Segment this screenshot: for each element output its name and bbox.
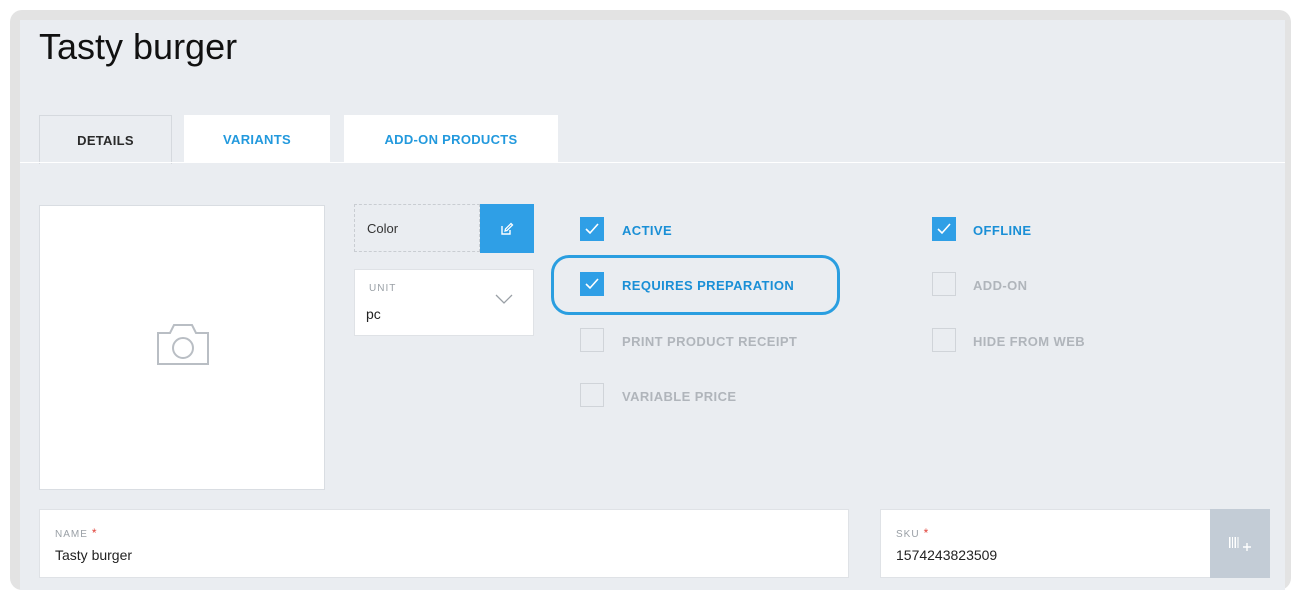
active-checkbox[interactable] bbox=[580, 217, 604, 241]
tab-add-on-products[interactable]: ADD-ON PRODUCTS bbox=[344, 115, 558, 163]
color-label: Color bbox=[367, 220, 399, 236]
variable-price-label[interactable]: VARIABLE PRICE bbox=[622, 389, 736, 404]
checkmark-icon bbox=[937, 223, 951, 235]
color-edit-button[interactable] bbox=[480, 204, 534, 253]
hide-from-web-label[interactable]: HIDE FROM WEB bbox=[973, 334, 1085, 349]
edit-icon bbox=[501, 222, 514, 235]
print-product-receipt-label[interactable]: PRINT PRODUCT RECEIPT bbox=[622, 334, 797, 349]
product-image-upload[interactable] bbox=[39, 205, 325, 490]
add-on-label[interactable]: ADD-ON bbox=[973, 278, 1027, 293]
hide-from-web-checkbox[interactable] bbox=[932, 328, 956, 352]
name-value: Tasty burger bbox=[55, 547, 133, 563]
color-field[interactable]: Color bbox=[354, 204, 480, 252]
tab-variants[interactable]: VARIANTS bbox=[184, 115, 330, 163]
name-label-row: NAME * bbox=[55, 526, 98, 540]
required-marker: * bbox=[91, 526, 98, 540]
sku-value: 1574243823509 bbox=[896, 547, 998, 563]
sku-label: SKU bbox=[896, 529, 920, 540]
add-on-checkbox[interactable] bbox=[932, 272, 956, 296]
tab-label: DETAILS bbox=[77, 132, 134, 148]
camera-icon bbox=[157, 324, 209, 365]
name-field[interactable]: NAME * Tasty burger bbox=[39, 509, 849, 578]
tab-label: VARIANTS bbox=[223, 131, 291, 147]
active-label[interactable]: ACTIVE bbox=[622, 223, 672, 238]
tab-label: ADD-ON PRODUCTS bbox=[384, 131, 518, 147]
variable-price-checkbox[interactable] bbox=[580, 383, 604, 407]
unit-value: pc bbox=[366, 306, 381, 322]
offline-label[interactable]: OFFLINE bbox=[973, 223, 1031, 238]
unit-label: UNIT bbox=[369, 283, 397, 294]
unit-select[interactable]: UNIT pc bbox=[354, 269, 534, 336]
highlight-annotation bbox=[551, 255, 840, 315]
sku-label-row: SKU * bbox=[896, 526, 929, 540]
required-marker: * bbox=[923, 526, 930, 540]
barcode-add-icon bbox=[1229, 536, 1251, 551]
page-title: Tasty burger bbox=[39, 26, 238, 67]
tab-divider bbox=[20, 162, 1285, 163]
sku-field[interactable]: SKU * 1574243823509 bbox=[880, 509, 1211, 578]
chevron-down-icon bbox=[495, 294, 513, 304]
print-product-receipt-checkbox[interactable] bbox=[580, 328, 604, 352]
name-label: NAME bbox=[55, 529, 88, 540]
tab-details[interactable]: DETAILS bbox=[39, 115, 172, 164]
offline-checkbox[interactable] bbox=[932, 217, 956, 241]
generate-sku-button[interactable] bbox=[1210, 509, 1270, 578]
checkmark-icon bbox=[585, 223, 599, 235]
